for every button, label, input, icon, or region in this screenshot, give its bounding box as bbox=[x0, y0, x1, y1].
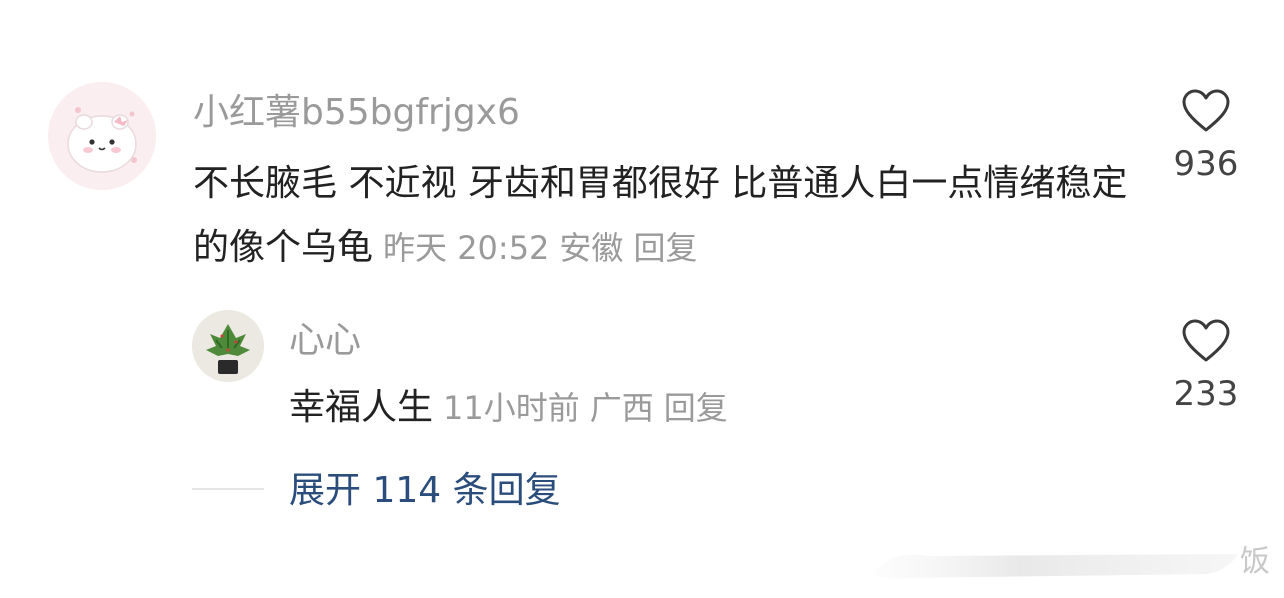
commenter-avatar-image bbox=[48, 82, 156, 190]
watermark-text: 饭 bbox=[1240, 544, 1270, 579]
reply-location: 广西 bbox=[589, 389, 654, 427]
commenter-avatar[interactable] bbox=[48, 82, 156, 190]
reply-username[interactable]: 心心 bbox=[289, 316, 361, 366]
comment-like-count: 936 bbox=[1173, 144, 1239, 184]
reply-avatar[interactable] bbox=[192, 310, 264, 382]
comment-location: 安徽 bbox=[559, 229, 624, 267]
comment-meta: 昨天 20:52 安徽 回复 bbox=[373, 229, 697, 267]
reply-like[interactable]: 233 bbox=[1146, 318, 1266, 416]
reply-text: 幸福人生 bbox=[289, 387, 434, 428]
comment-like[interactable]: 936 bbox=[1146, 88, 1266, 186]
expand-replies-button[interactable]: 展开 114 条回复 bbox=[289, 466, 561, 516]
watermark-swoosh bbox=[868, 540, 1284, 594]
expand-divider bbox=[192, 488, 264, 490]
reply-meta: 11小时前 广西 回复 bbox=[433, 389, 728, 427]
reply-body: 幸福人生 11小时前 广西 回复 bbox=[289, 380, 728, 436]
reply-like-count: 233 bbox=[1173, 374, 1239, 414]
reply-reply-button[interactable]: 回复 bbox=[664, 389, 728, 427]
reply-time: 11小时前 bbox=[443, 389, 580, 427]
commenter-username[interactable]: 小红薯b55bgfrjgx6 bbox=[193, 88, 520, 138]
comment-time: 昨天 20:52 bbox=[383, 229, 550, 267]
comment-reply-button[interactable]: 回复 bbox=[633, 229, 697, 267]
reply-avatar-image bbox=[192, 310, 264, 382]
heart-outline-icon[interactable] bbox=[1181, 88, 1231, 134]
heart-outline-icon[interactable] bbox=[1181, 318, 1231, 364]
comment-body: 不长腋毛 不近视 牙齿和胃都很好 比普通人白一点情绪稳定的像个乌龟 昨天 20:5… bbox=[193, 152, 1133, 280]
